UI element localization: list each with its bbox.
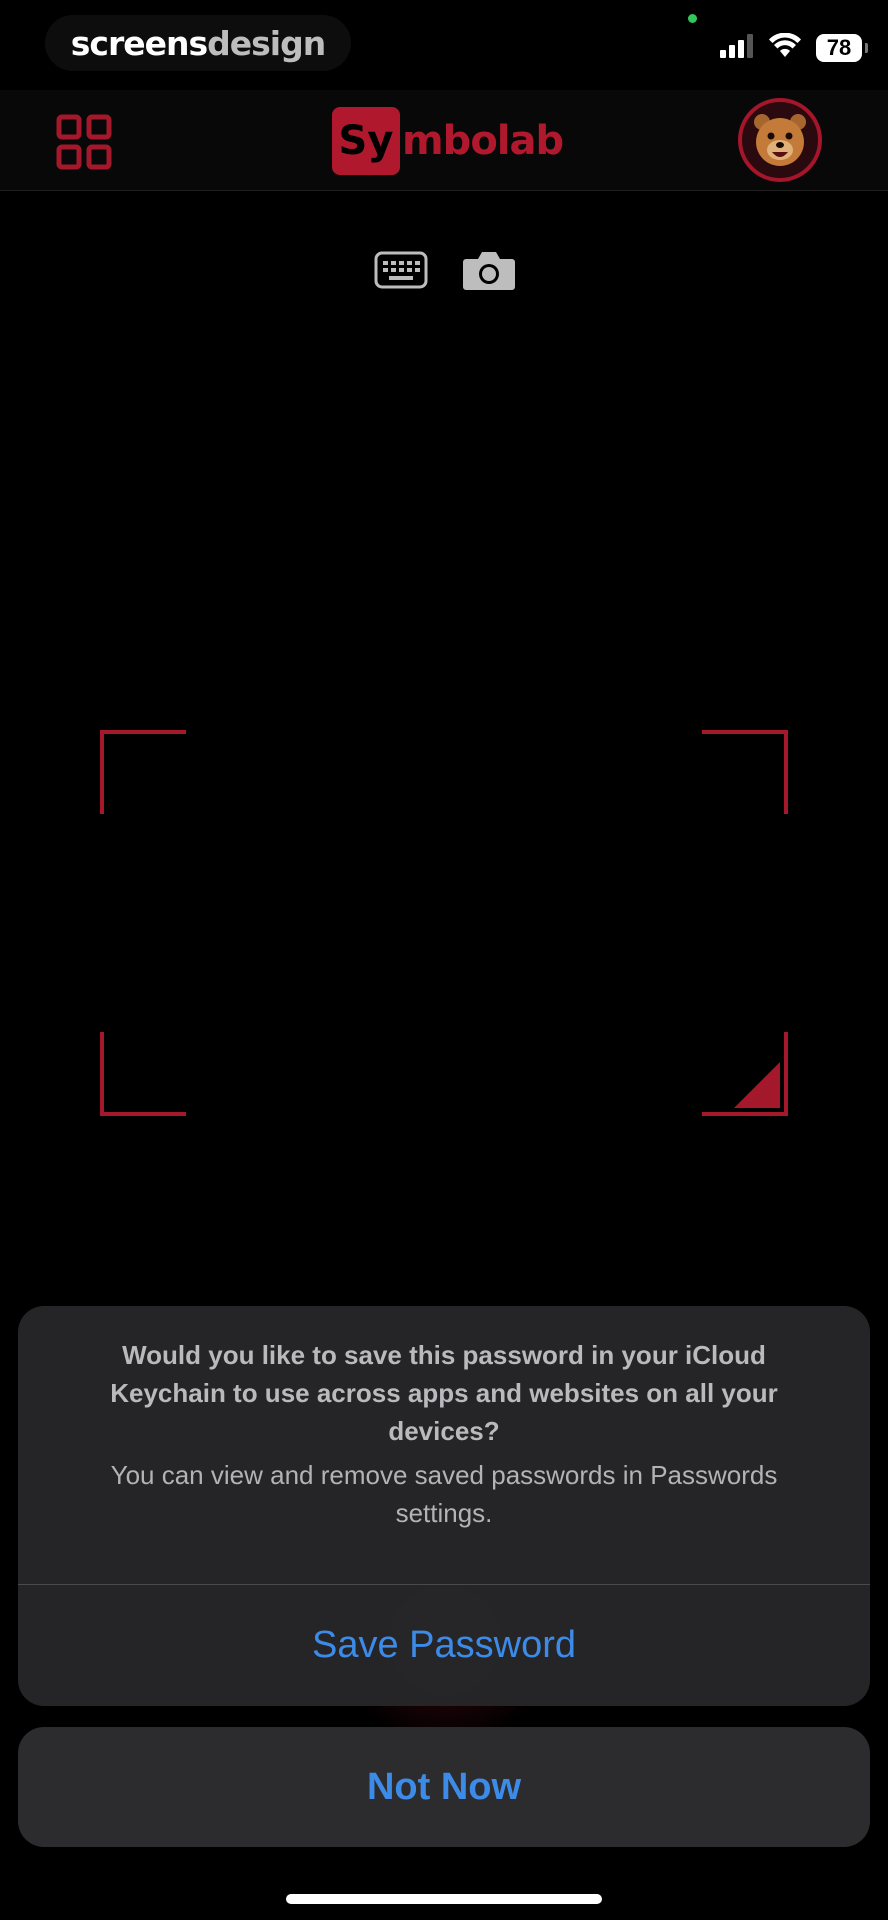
logo-text: mbolab	[402, 118, 564, 164]
battery-icon: 78	[816, 34, 868, 62]
watermark-part1: screens	[70, 23, 208, 63]
privacy-indicator-dot	[688, 14, 697, 23]
app-header: Sy mbolab	[0, 90, 888, 191]
camera-icon[interactable]	[462, 248, 516, 292]
not-now-button[interactable]: Not Now	[18, 1727, 870, 1847]
home-indicator[interactable]	[286, 1894, 602, 1904]
crop-frame[interactable]	[100, 730, 788, 1116]
alert-title: Would you like to save this password in …	[110, 1340, 778, 1446]
save-password-button[interactable]: Save Password	[18, 1585, 870, 1706]
battery-level: 78	[826, 35, 852, 60]
crop-corner-bottom-left[interactable]	[100, 1032, 186, 1116]
bear-avatar-icon[interactable]	[738, 98, 822, 182]
grid-icon[interactable]	[56, 114, 112, 170]
screensdesign-watermark: screens design	[45, 15, 351, 71]
crop-corner-top-left[interactable]	[100, 730, 186, 814]
keyboard-icon[interactable]	[374, 248, 428, 292]
cellular-icon	[720, 33, 754, 63]
crop-corner-top-right[interactable]	[702, 730, 788, 814]
save-password-sheet: Would you like to save this password in …	[18, 1306, 870, 1706]
wifi-icon	[768, 32, 802, 64]
input-mode-row	[374, 248, 516, 292]
logo-box: Sy	[332, 107, 400, 175]
watermark-part2: design	[207, 23, 326, 63]
alert-message: You can view and remove saved passwords …	[110, 1460, 778, 1528]
symbolab-logo: Sy mbolab	[332, 106, 564, 176]
resize-handle-icon[interactable]	[734, 1062, 780, 1108]
status-bar-icons: 78	[720, 28, 868, 68]
